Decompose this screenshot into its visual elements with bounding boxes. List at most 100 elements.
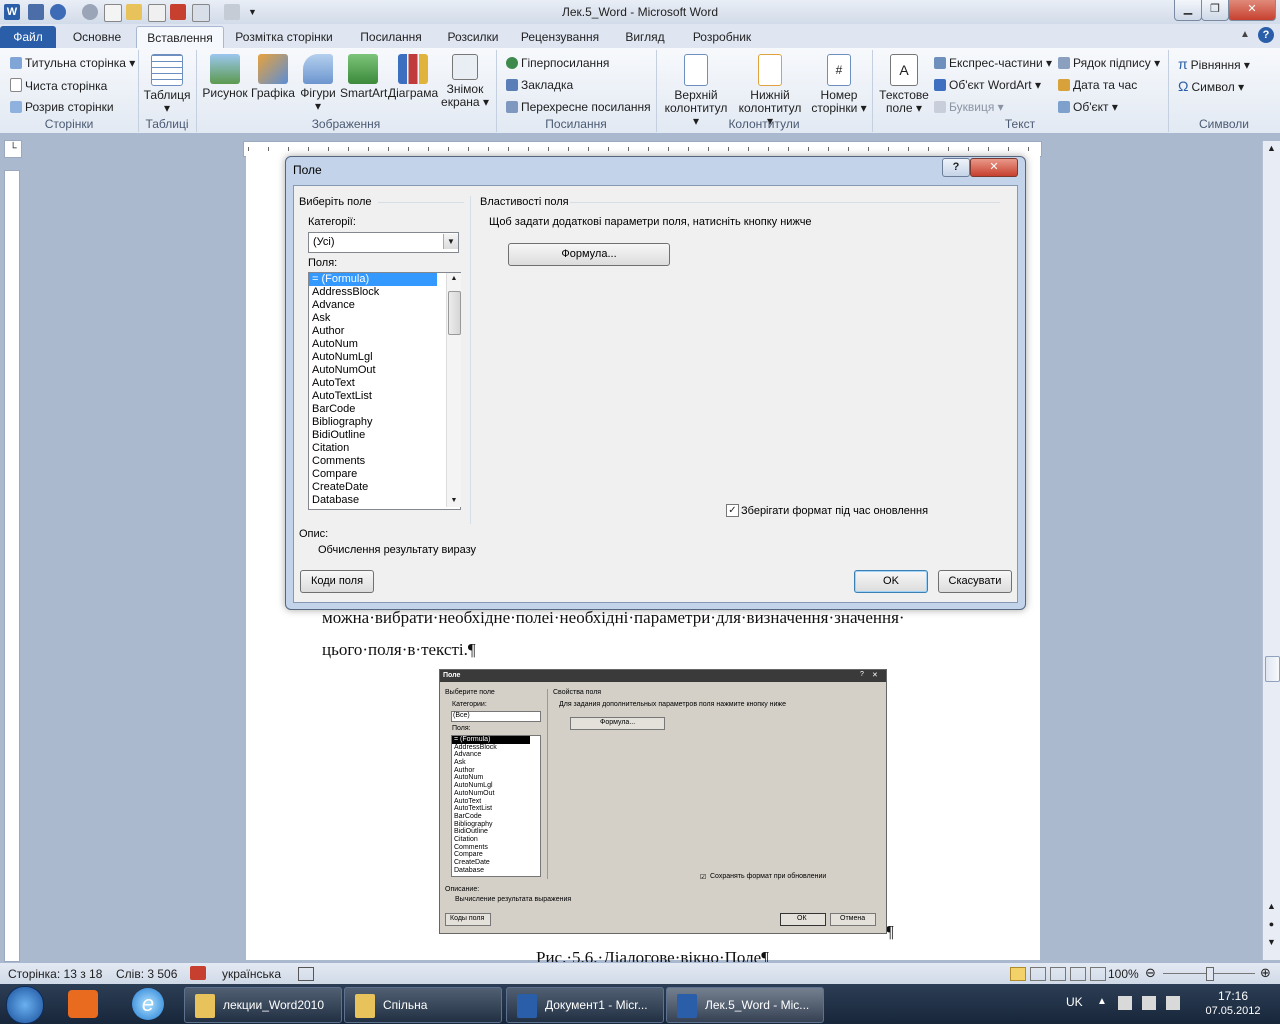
field-list-scroll-thumb[interactable] [448, 291, 461, 335]
preserve-format-checkbox[interactable]: ✓ [726, 504, 739, 517]
field-list[interactable]: = (Formula) AddressBlock Advance Ask Author A… [308, 272, 461, 510]
minimize-ribbon-icon[interactable]: ▲ [1240, 29, 1250, 40]
internet-explorer-icon[interactable]: e [132, 988, 164, 1020]
field-list-item[interactable]: AutoTextList [309, 390, 460, 403]
taskbar-item-lecture5[interactable]: Лек.5_Word - Mic... [666, 987, 824, 1023]
screenshot-button[interactable]: Знімок екрана ▾ [440, 54, 490, 109]
table-button[interactable]: Таблиця ▾ [142, 54, 192, 115]
field-list-item[interactable]: AutoText [309, 377, 460, 390]
tab-selector-icon[interactable]: └ [4, 140, 22, 158]
input-language[interactable]: UK [1066, 995, 1083, 1009]
clock-date[interactable]: 07.05.2012 [1200, 1005, 1266, 1017]
field-list-item[interactable]: AutoNum [309, 338, 460, 351]
tab-review[interactable]: Рецензування [512, 26, 608, 48]
vertical-scrollbar[interactable]: ▲ ▲ ● ▼ [1262, 141, 1280, 960]
tab-references[interactable]: Посилання [346, 26, 436, 48]
tab-file[interactable]: Файл [0, 26, 56, 48]
page-number-button[interactable]: # Номер сторінки ▾ [808, 54, 870, 115]
dialog-close-button[interactable]: ✕ [970, 158, 1018, 177]
print-layout-view-icon[interactable] [1010, 967, 1026, 981]
ok-button[interactable]: OK [854, 570, 928, 593]
next-page-icon[interactable]: ▼ [1265, 937, 1278, 951]
tab-developer[interactable]: Розробник [682, 26, 762, 48]
field-list-item[interactable]: AutoNumLgl [309, 351, 460, 364]
chart-button[interactable]: Діаграма [388, 54, 438, 100]
scroll-thumb[interactable] [1265, 656, 1280, 682]
wordart-button[interactable]: Об'єкт WordArt ▾ [934, 78, 1041, 92]
web-layout-view-icon[interactable] [1050, 967, 1066, 981]
field-list-item[interactable]: Bibliography [309, 416, 460, 429]
cancel-button[interactable]: Скасувати [938, 570, 1012, 593]
macro-record-icon[interactable] [298, 967, 314, 981]
field-list-item[interactable]: Database [309, 494, 460, 507]
blank-page-button[interactable]: Чиста сторінка [10, 78, 107, 93]
action-center-icon[interactable] [1142, 996, 1156, 1010]
zoom-level[interactable]: 100% [1108, 967, 1139, 981]
volume-icon[interactable] [1166, 996, 1180, 1010]
vertical-ruler[interactable] [4, 170, 20, 962]
clip-art-button[interactable]: Графіка [250, 54, 296, 100]
cover-page-button[interactable]: Титульна сторінка ▾ [10, 56, 135, 70]
browse-object-icon[interactable]: ● [1265, 919, 1278, 933]
restore-button[interactable]: ❐ [1201, 0, 1229, 21]
minimize-button[interactable]: ▁ [1174, 0, 1202, 21]
shapes-button[interactable]: Фігури ▾ [296, 54, 340, 113]
field-list-item[interactable]: Author [309, 325, 460, 338]
proofing-icon[interactable] [190, 966, 206, 980]
close-window-button[interactable]: ✕ [1228, 0, 1276, 21]
bookmark-button[interactable]: Закладка [506, 78, 573, 92]
field-list-scroll-up-icon[interactable]: ▲ [447, 273, 461, 285]
field-list-item[interactable]: AutoNumOut [309, 364, 460, 377]
taskbar-item-lectures[interactable]: лекции_Word2010 [184, 987, 342, 1023]
outline-view-icon[interactable] [1070, 967, 1086, 981]
field-list-item[interactable]: Comments [309, 455, 460, 468]
object-button[interactable]: Об'єкт ▾ [1058, 100, 1118, 114]
tab-mailings[interactable]: Розсилки [438, 26, 508, 48]
picture-button[interactable]: Рисунок [202, 54, 248, 100]
previous-page-icon[interactable]: ▲ [1265, 901, 1278, 915]
hyperlink-button[interactable]: Гіперпосилання [506, 56, 609, 70]
chevron-down-icon[interactable]: ▼ [443, 234, 458, 249]
full-screen-view-icon[interactable] [1030, 967, 1046, 981]
word-count[interactable]: Слів: 3 506 [116, 967, 177, 981]
field-list-item[interactable]: BidiOutline [309, 429, 460, 442]
taskbar-item-document1[interactable]: Документ1 - Micr... [506, 987, 664, 1023]
dialog-help-button[interactable]: ? [942, 158, 970, 177]
quick-parts-button[interactable]: Експрес-частини ▾ [934, 56, 1052, 70]
field-list-scroll-down-icon[interactable]: ▼ [447, 495, 461, 507]
field-list-item[interactable]: BarCode [309, 403, 460, 416]
category-select[interactable]: (Усі) ▼ [308, 232, 459, 253]
draft-view-icon[interactable] [1090, 967, 1106, 981]
date-time-button[interactable]: Дата та час [1058, 78, 1137, 92]
page-count[interactable]: Сторінка: 13 з 18 [8, 967, 102, 981]
page-break-button[interactable]: Розрив сторінки [10, 100, 114, 114]
tray-expand-icon[interactable]: ▲ [1097, 996, 1107, 1007]
horizontal-ruler[interactable] [243, 141, 1042, 157]
clock-time[interactable]: 17:16 [1200, 989, 1266, 1003]
network-icon[interactable] [1118, 996, 1132, 1010]
field-list-item[interactable]: Citation [309, 442, 460, 455]
start-button[interactable] [6, 986, 44, 1024]
field-codes-button[interactable]: Коди поля [300, 570, 374, 593]
text-box-button[interactable]: A Текстове поле ▾ [876, 54, 932, 115]
equation-button[interactable]: π Рівняння ▾ [1178, 56, 1250, 72]
signature-line-button[interactable]: Рядок підпису ▾ [1058, 56, 1160, 70]
scroll-up-icon[interactable]: ▲ [1265, 143, 1278, 157]
zoom-in-icon[interactable]: ⊕ [1260, 965, 1271, 981]
language[interactable]: українська [222, 967, 281, 981]
drop-cap-button[interactable]: Буквиця ▾ [934, 100, 1004, 114]
cross-reference-button[interactable]: Перехресне посилання [506, 100, 651, 114]
formula-button[interactable]: Формула... [508, 243, 670, 266]
zoom-out-icon[interactable]: ⊖ [1145, 965, 1156, 981]
field-list-item[interactable]: CreateDate [309, 481, 460, 494]
field-list-item[interactable]: AddressBlock [309, 286, 460, 299]
tab-view[interactable]: Вигляд [612, 26, 678, 48]
field-list-item[interactable]: Advance [309, 299, 460, 312]
smartart-button[interactable]: SmartArt [340, 54, 387, 100]
symbol-button[interactable]: Ω Символ ▾ [1178, 78, 1244, 94]
zoom-slider-thumb[interactable] [1206, 967, 1214, 981]
field-list-item[interactable]: Compare [309, 468, 460, 481]
field-list-scrollbar[interactable]: ▲ ▼ [446, 273, 461, 507]
field-list-item[interactable]: Ask [309, 312, 460, 325]
taskbar-item-shared[interactable]: Спільна [344, 987, 502, 1023]
